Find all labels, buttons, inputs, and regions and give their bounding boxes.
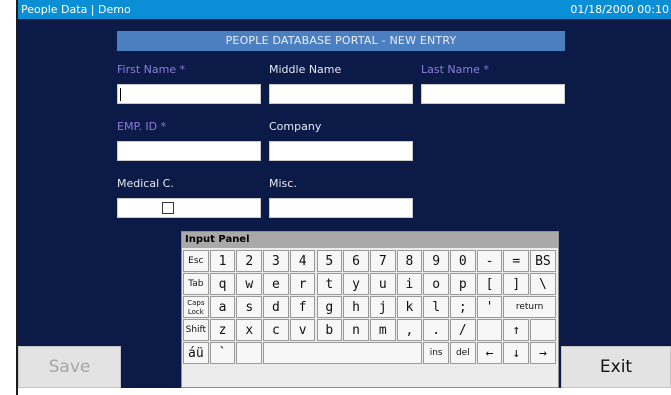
key-y[interactable]: y bbox=[343, 273, 369, 295]
last-name-field[interactable] bbox=[421, 84, 565, 104]
key-g[interactable]: g bbox=[316, 296, 343, 318]
key-5[interactable]: 5 bbox=[316, 250, 343, 272]
key--[interactable]: ` bbox=[209, 342, 236, 364]
key-6[interactable]: 6 bbox=[343, 250, 369, 272]
key--[interactable]: ↓ bbox=[503, 342, 530, 364]
key-t[interactable]: t bbox=[316, 273, 343, 295]
key-2[interactable]: 2 bbox=[236, 250, 263, 272]
key-esc[interactable]: Esc bbox=[183, 250, 209, 272]
key--[interactable]: - bbox=[476, 250, 503, 272]
key-f[interactable]: f bbox=[289, 296, 316, 318]
key--[interactable]: = bbox=[503, 250, 530, 272]
key-o[interactable]: o bbox=[423, 273, 449, 295]
text-cursor bbox=[120, 88, 121, 101]
middle-name-field[interactable] bbox=[269, 84, 413, 104]
key-n[interactable]: n bbox=[343, 319, 369, 341]
key--[interactable]: ] bbox=[503, 273, 530, 295]
key-blank[interactable] bbox=[236, 342, 263, 364]
company-field[interactable] bbox=[269, 141, 413, 161]
key-i[interactable]: i bbox=[396, 273, 423, 295]
key--[interactable]: ← bbox=[476, 342, 503, 364]
medical-checkbox[interactable] bbox=[162, 202, 174, 214]
key--[interactable]: ; bbox=[450, 296, 476, 318]
key-p[interactable]: p bbox=[450, 273, 476, 295]
key-blank[interactable] bbox=[476, 319, 503, 341]
key-shift[interactable]: Shift bbox=[183, 319, 209, 341]
app-title: People Data | Demo bbox=[21, 3, 131, 16]
first-name-label: First Name * bbox=[117, 63, 186, 76]
key-b[interactable]: b bbox=[316, 319, 343, 341]
key-7[interactable]: 7 bbox=[369, 250, 396, 272]
first-name-field[interactable] bbox=[117, 84, 261, 104]
key-x[interactable]: x bbox=[236, 319, 263, 341]
key-blank[interactable] bbox=[530, 319, 556, 341]
key-blank[interactable] bbox=[263, 342, 423, 364]
key-0[interactable]: 0 bbox=[450, 250, 476, 272]
key-a[interactable]: a bbox=[209, 296, 236, 318]
key-d[interactable]: d bbox=[263, 296, 289, 318]
key-del[interactable]: del bbox=[450, 342, 476, 364]
key--[interactable]: → bbox=[530, 342, 556, 364]
key-s[interactable]: s bbox=[236, 296, 263, 318]
misc-field[interactable] bbox=[269, 198, 413, 218]
key--[interactable]: , bbox=[396, 319, 423, 341]
title-bar: People Data | Demo 01/18/2000 00:10 bbox=[18, 0, 671, 19]
save-button[interactable]: Save bbox=[18, 346, 121, 388]
last-name-label: Last Name * bbox=[421, 63, 489, 76]
input-panel: Input Panel Esc 1 2 3 4 5 6 7 8 9 0- = BS Tab q w e r t y u i… bbox=[181, 231, 559, 388]
key-m[interactable]: m bbox=[369, 319, 396, 341]
key-k[interactable]: k bbox=[396, 296, 423, 318]
key-l[interactable]: l bbox=[423, 296, 449, 318]
key-j[interactable]: j bbox=[369, 296, 396, 318]
key--[interactable]: [ bbox=[476, 273, 503, 295]
key--[interactable]: / bbox=[450, 319, 476, 341]
misc-label: Misc. bbox=[269, 177, 297, 190]
key--[interactable]: ↑ bbox=[503, 319, 530, 341]
middle-name-label: Middle Name bbox=[269, 63, 342, 76]
key-bs[interactable]: BS bbox=[530, 250, 556, 272]
key-caps-lock[interactable]: Caps Lock bbox=[183, 296, 209, 318]
key-8[interactable]: 8 bbox=[396, 250, 423, 272]
bottom-edge bbox=[18, 388, 671, 395]
key-u[interactable]: u bbox=[369, 273, 396, 295]
exit-button[interactable]: Exit bbox=[561, 346, 671, 388]
key-9[interactable]: 9 bbox=[423, 250, 449, 272]
key-z[interactable]: z bbox=[209, 319, 236, 341]
input-panel-title: Input Panel bbox=[182, 232, 558, 248]
key-return[interactable]: return bbox=[503, 296, 556, 318]
emp-id-field[interactable] bbox=[117, 141, 261, 161]
key-c[interactable]: c bbox=[263, 319, 289, 341]
medical-field bbox=[117, 198, 261, 218]
company-label: Company bbox=[269, 120, 322, 133]
key-q[interactable]: q bbox=[209, 273, 236, 295]
key-h[interactable]: h bbox=[343, 296, 369, 318]
key-w[interactable]: w bbox=[236, 273, 263, 295]
key-tab[interactable]: Tab bbox=[183, 273, 209, 295]
key-r[interactable]: r bbox=[289, 273, 316, 295]
key-4[interactable]: 4 bbox=[289, 250, 316, 272]
key-e[interactable]: e bbox=[263, 273, 289, 295]
key--[interactable]: \ bbox=[530, 273, 556, 295]
page-title: PEOPLE DATABASE PORTAL - NEW ENTRY bbox=[117, 31, 565, 51]
key--[interactable]: áü bbox=[183, 342, 209, 364]
key--[interactable]: . bbox=[423, 319, 449, 341]
key-v[interactable]: v bbox=[289, 319, 316, 341]
key-3[interactable]: 3 bbox=[263, 250, 289, 272]
key-ins[interactable]: ins bbox=[423, 342, 449, 364]
emp-id-label: EMP. ID * bbox=[117, 120, 167, 133]
key-1[interactable]: 1 bbox=[209, 250, 236, 272]
medical-label: Medical C. bbox=[117, 177, 174, 190]
clock: 01/18/2000 00:10 bbox=[570, 3, 669, 16]
key--[interactable]: ' bbox=[476, 296, 503, 318]
